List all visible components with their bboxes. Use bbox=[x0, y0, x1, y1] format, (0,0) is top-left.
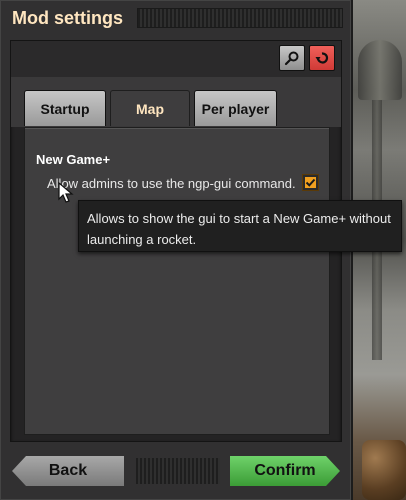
background-machine bbox=[362, 440, 406, 500]
background-pipe bbox=[358, 40, 402, 100]
tooltip-line-1: Allows to show the gui to start a New Ga… bbox=[87, 211, 391, 226]
setting-checkbox[interactable] bbox=[302, 174, 319, 191]
toolbar bbox=[11, 41, 341, 77]
titlebar-drag-handle[interactable] bbox=[137, 8, 343, 28]
tab-per-player[interactable]: Per player bbox=[194, 90, 277, 126]
reset-button[interactable] bbox=[309, 45, 335, 71]
section-title: New Game+ bbox=[36, 152, 111, 167]
mouse-cursor-icon bbox=[58, 182, 74, 203]
titlebar[interactable]: Mod settings bbox=[0, 0, 353, 36]
confirm-button[interactable]: Confirm bbox=[230, 456, 340, 486]
tab-content-panel: New Game+ Allow admins to use the ngp-gu… bbox=[24, 127, 330, 435]
tooltip-line-2: launching a rocket. bbox=[87, 232, 197, 247]
checkmark-icon bbox=[305, 178, 316, 187]
tab-map[interactable]: Map bbox=[110, 90, 190, 126]
dialog-buttons: Back Confirm bbox=[0, 450, 353, 500]
tab-bar: Startup Map Per player bbox=[11, 77, 341, 127]
search-icon bbox=[284, 51, 299, 66]
bottom-drag-handle[interactable] bbox=[136, 458, 220, 484]
window-title: Mod settings bbox=[12, 7, 123, 28]
reset-icon bbox=[315, 52, 329, 64]
setting-label: Allow admins to use the ngp-gui command. bbox=[47, 176, 296, 191]
tab-startup[interactable]: Startup bbox=[24, 90, 106, 126]
search-button[interactable] bbox=[279, 45, 305, 71]
back-button[interactable]: Back bbox=[12, 456, 124, 486]
setting-tooltip: Allows to show the gui to start a New Ga… bbox=[78, 200, 402, 252]
